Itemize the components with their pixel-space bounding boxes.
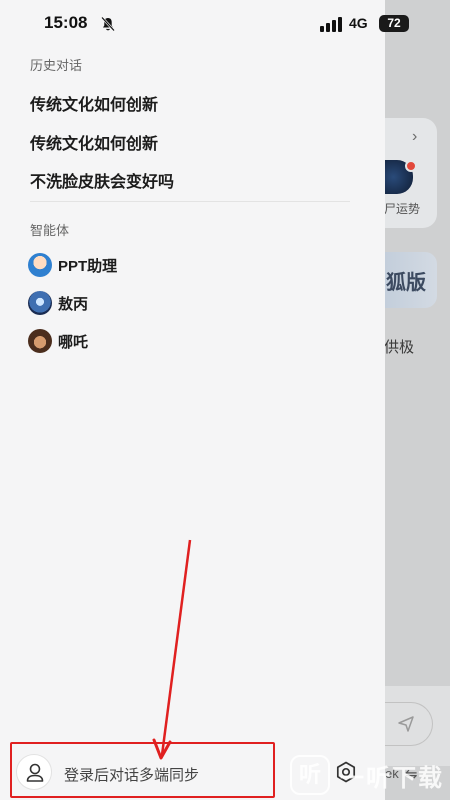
watermark-logo: 听 <box>290 755 330 795</box>
annotation-arrow-icon <box>152 539 192 760</box>
watermark-text: 一听下载 <box>340 764 444 792</box>
watermark: 听 一听下载 <box>290 750 450 800</box>
